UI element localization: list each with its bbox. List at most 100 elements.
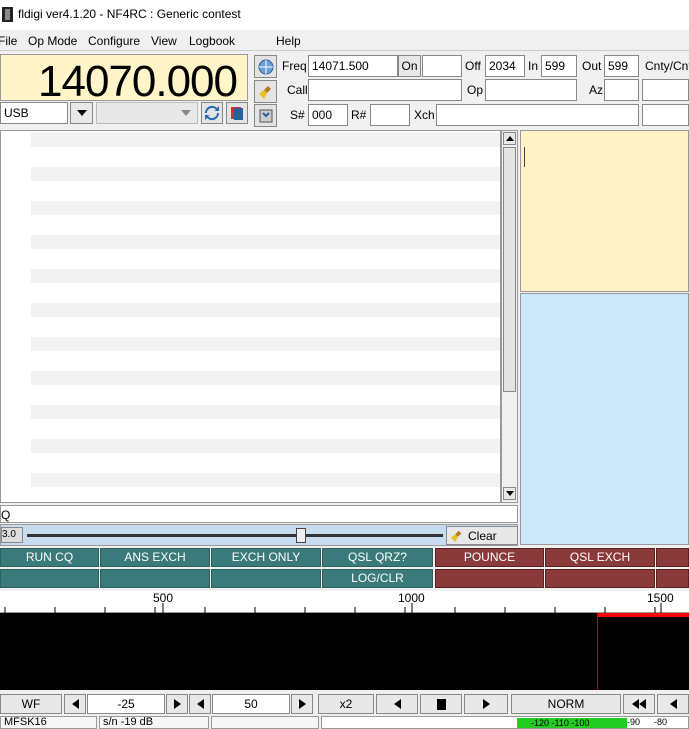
shift-right-button[interactable] [464,694,508,714]
scroll-up-button[interactable] [503,132,516,145]
macro-empty-2[interactable] [100,569,210,588]
off-field[interactable]: 2034 [485,55,525,77]
chevron-down-icon [181,110,191,116]
r-number-field[interactable] [370,104,410,126]
off-label: Off [465,59,481,73]
extra-field[interactable] [642,104,689,126]
arrow-left-icon [393,699,401,709]
squelch-track[interactable] [27,534,443,537]
call-field[interactable] [308,79,462,101]
az-field[interactable] [604,79,639,101]
text-cursor [524,147,525,167]
globe-icon[interactable] [254,55,277,78]
info-panel-bottom[interactable] [520,293,689,545]
arrow-right-icon [173,699,181,709]
macro-empty-6[interactable] [545,569,655,588]
meter-scale-80: -80 [654,717,668,727]
freq-field[interactable]: 14071.500 [308,55,398,77]
mode-select[interactable]: USB [0,102,68,124]
rx-scrollbar[interactable] [501,130,518,503]
in-label: In [528,59,539,73]
range-increase-button[interactable] [291,694,313,714]
waterfall-display[interactable] [0,613,689,690]
bandwidth-select[interactable] [96,102,198,124]
op-label: Op [467,83,484,97]
macro-empty-1[interactable] [0,569,99,588]
macro-empty-3[interactable] [211,569,321,588]
fast-rewind-button[interactable] [623,694,655,714]
macro-extra[interactable] [656,548,689,567]
macro-qsl-exch[interactable]: QSL EXCH [545,548,655,567]
menu-logbook[interactable]: Logbook [189,34,235,48]
meter-level-bar: -120 -110 -100 [517,718,627,728]
arrow-right-icon [298,699,306,709]
menu-configure[interactable]: Configure [88,34,140,48]
title-bar: fldigi ver4.1.20 - NF4RC : Generic conte… [0,0,689,30]
out-label: Out [582,59,602,73]
transmit-text-pane[interactable]: Q [0,505,518,523]
level1-field[interactable]: -25 [87,694,165,714]
waterfall-controls: WF -25 50 x2 NORM [0,693,689,715]
broom-icon[interactable] [254,80,277,103]
status-imd [211,716,319,729]
info-panel-top[interactable] [520,130,689,292]
macro-pounce[interactable]: POUNCE [435,548,544,567]
meter-scale-90: -90 [627,717,641,727]
scroll-thumb[interactable] [503,147,516,392]
level-increase-button[interactable] [166,694,188,714]
meter-label-120: -120 [531,718,550,728]
clear-label: Clear [468,528,497,543]
level-decrease-button[interactable] [64,694,86,714]
call-label: Call [287,83,308,97]
mode-dropdown-button[interactable] [70,102,93,124]
macro-qsl-qrz[interactable]: QSL QRZ? [322,548,433,567]
s-number-field[interactable]: 000 [308,104,348,126]
save-log-icon[interactable] [254,104,277,127]
frequency-display[interactable]: 14070.000 [0,54,248,106]
norm-button[interactable]: NORM [511,694,621,714]
refresh-icon[interactable] [201,102,223,124]
az-label: Az [589,83,604,97]
clear-button[interactable]: Clear [446,526,518,545]
on-button[interactable]: On [398,55,421,77]
rst-in-field[interactable]: 599 [541,55,577,77]
op-field[interactable] [485,79,577,101]
book-icon[interactable] [226,102,248,124]
exchange-field[interactable] [436,104,639,126]
arrow-left-icon [71,699,79,709]
level2-field[interactable]: 50 [212,694,290,714]
squelch-slider-thumb[interactable] [296,528,306,543]
macro-log-clr[interactable]: LOG/CLR [322,569,433,588]
macro-exch-only[interactable]: EXCH ONLY [211,548,321,567]
wf-mode-button[interactable]: WF [0,694,62,714]
arrow-left-icon [669,699,677,709]
ruler-label-500: 500 [153,591,174,605]
menu-bar: File Op Mode Configure View Logbook Help [0,31,689,51]
waterfall-ruler[interactable]: 500 1000 1500 [0,591,689,613]
zoom-button[interactable]: x2 [318,694,374,714]
receive-text-pane[interactable] [0,130,501,503]
rewind-button[interactable] [657,694,689,714]
status-mode[interactable]: MFSK16 [0,716,97,729]
macro-empty-7[interactable] [656,569,689,588]
menu-file[interactable]: File [0,34,17,48]
s-number-label: S# [290,108,305,122]
arrow-left-icon [639,699,646,709]
shift-left-button[interactable] [376,694,418,714]
macro-run-cq[interactable]: RUN CQ [0,548,99,567]
on-time-field[interactable] [422,55,462,77]
menu-view[interactable]: View [151,34,177,48]
stop-button[interactable] [420,694,462,714]
macro-ans-exch[interactable]: ANS EXCH [100,548,210,567]
signal-meter: -120 -110 -100 -90 -80 [321,716,689,729]
macro-empty-5[interactable] [435,569,544,588]
scroll-down-button[interactable] [503,487,516,500]
signal-bandwidth-marker [597,613,689,617]
rst-out-field[interactable]: 599 [604,55,639,77]
menu-op-mode[interactable]: Op Mode [28,34,77,48]
country-field[interactable] [642,79,689,101]
menu-help[interactable]: Help [276,34,301,48]
frequency-value: 14070.000 [38,57,238,106]
range-decrease-button[interactable] [189,694,211,714]
cnty-label: Cnty/Cnt [645,59,689,73]
